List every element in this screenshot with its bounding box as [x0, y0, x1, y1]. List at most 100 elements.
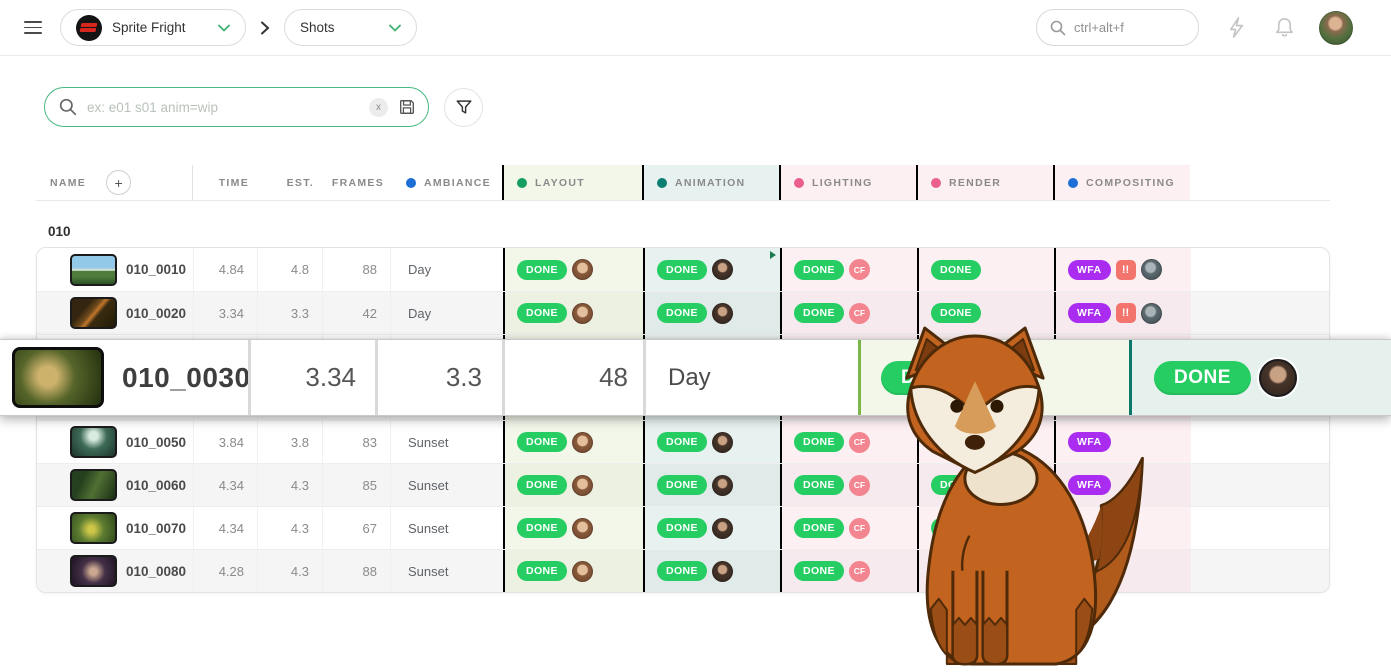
lighting-status-badge[interactable]: DONE	[794, 260, 844, 280]
magnified-animation-cell[interactable]: DONE	[1129, 340, 1391, 415]
animation-status-badge[interactable]: DONE	[657, 432, 707, 452]
column-header-layout[interactable]: LAYOUT	[502, 165, 642, 200]
table-row-010_0010[interactable]: 010_00104.844.888DayDONEDONEDONECFDONEWF…	[37, 248, 1329, 291]
add-column-button[interactable]: +	[106, 170, 131, 195]
layout-status-badge[interactable]: DONE	[517, 260, 567, 280]
column-header-render[interactable]: RENDER	[916, 165, 1053, 200]
layout-cell[interactable]: DONE	[503, 507, 643, 549]
shot-thumbnail[interactable]	[70, 297, 117, 329]
lighting-status-badge[interactable]: DONE	[794, 432, 844, 452]
layout-status-badge[interactable]: DONE	[517, 303, 567, 323]
menu-hamburger-icon[interactable]	[24, 21, 42, 34]
animation-status-badge[interactable]: DONE	[657, 260, 707, 280]
layout-cell[interactable]: DONE	[503, 550, 643, 592]
shot-thumbnail[interactable]	[12, 347, 104, 408]
shot-name-cell[interactable]: 010_0080	[37, 550, 194, 592]
search-icon	[59, 98, 77, 116]
ambiance-cell: Day	[391, 292, 503, 334]
shot-name-cell[interactable]: 010_0010	[37, 248, 194, 291]
avatar-layout-artist	[572, 475, 593, 496]
lighting-status-badge[interactable]: DONE	[794, 561, 844, 581]
compositing-cell[interactable]: WFA!!	[1054, 248, 1191, 291]
avatar-layout-artist	[572, 561, 593, 582]
shot-name: 010_0010	[126, 262, 186, 277]
animation-status-dot-icon	[657, 178, 667, 188]
animation-cell[interactable]: DONE	[643, 550, 780, 592]
shot-name-cell[interactable]: 010_0060	[37, 464, 194, 506]
magnified-name-cell[interactable]: 010_0030	[0, 340, 248, 415]
column-header-frames[interactable]: FRAMES	[322, 165, 390, 200]
animation-status-badge[interactable]: DONE	[657, 518, 707, 538]
layout-cell[interactable]: DONE	[503, 464, 643, 506]
animation-cell[interactable]: DONE	[643, 248, 780, 291]
magnified-shot-row[interactable]: 010_0030 3.34 3.3 48 Day DONE DONE	[0, 339, 1391, 416]
shot-name-cell[interactable]: 010_0070	[37, 507, 194, 549]
production-dropdown[interactable]: Sprite Fright	[60, 9, 246, 46]
chevron-down-icon	[389, 24, 401, 32]
shot-thumbnail[interactable]	[70, 254, 117, 286]
ambiance-status-dot-icon	[406, 178, 416, 188]
animation-status-badge[interactable]: DONE	[1154, 361, 1251, 395]
global-search-input[interactable]: ctrl+alt+f	[1036, 9, 1199, 46]
render-cell[interactable]: DONE	[917, 248, 1054, 291]
animation-cell[interactable]: DONE	[643, 464, 780, 506]
column-header-est[interactable]: EST.	[257, 165, 322, 200]
lighting-status-badge[interactable]: DONE	[794, 518, 844, 538]
column-header-time[interactable]: TIME	[193, 165, 257, 200]
column-header-name[interactable]: NAME+	[36, 165, 193, 200]
render-status-badge[interactable]: DONE	[931, 260, 981, 280]
context-dropdown[interactable]: Shots	[284, 9, 417, 46]
animation-status-badge[interactable]: DONE	[657, 561, 707, 581]
frames-cell: 83	[323, 421, 391, 463]
column-header-lighting[interactable]: LIGHTING	[779, 165, 916, 200]
column-label-render: RENDER	[949, 177, 1001, 189]
user-avatar[interactable]	[1319, 11, 1353, 45]
compositing-status-badge[interactable]: WFA	[1068, 260, 1111, 280]
shot-name-cell[interactable]: 010_0050	[37, 421, 194, 463]
animation-status-badge[interactable]: DONE	[657, 303, 707, 323]
layout-status-badge[interactable]: DONE	[517, 561, 567, 581]
save-search-icon[interactable]	[398, 98, 416, 116]
shot-thumbnail[interactable]	[70, 512, 117, 544]
magnified-frames-cell: 48	[505, 340, 643, 415]
time-cell: 4.84	[194, 248, 258, 291]
layout-status-badge[interactable]: DONE	[517, 475, 567, 495]
render-status-badge[interactable]: DONE	[931, 303, 981, 323]
magnified-est-cell: 3.3	[378, 340, 502, 415]
notifications-button[interactable]	[1274, 16, 1295, 39]
lighting-cell[interactable]: DONECF	[780, 248, 917, 291]
breadcrumb-chevron-icon	[260, 21, 270, 35]
animation-cell[interactable]: DONE	[643, 292, 780, 334]
clear-search-button[interactable]: x	[369, 98, 388, 117]
column-header-ambiance[interactable]: AMBIANCE	[390, 165, 502, 200]
compositing-status-badge[interactable]: WFA	[1068, 303, 1111, 323]
column-header-animation[interactable]: ANIMATION	[642, 165, 779, 200]
funnel-icon	[455, 98, 473, 116]
column-header-compositing[interactable]: COMPOSITING	[1053, 165, 1190, 200]
filter-bar: ex: e01 s01 anim=wip x	[44, 87, 483, 127]
shot-filter-input[interactable]: ex: e01 s01 anim=wip x	[44, 87, 429, 127]
column-label-time: TIME	[219, 177, 249, 189]
lighting-status-badge[interactable]: DONE	[794, 303, 844, 323]
layout-status-badge[interactable]: DONE	[517, 518, 567, 538]
shot-thumbnail[interactable]	[70, 555, 117, 587]
layout-cell[interactable]: DONE	[503, 421, 643, 463]
layout-cell[interactable]: DONE	[503, 292, 643, 334]
layout-cell[interactable]: DONE	[503, 248, 643, 291]
shot-thumbnail[interactable]	[70, 469, 117, 501]
assignee-initials-badge: CF	[849, 259, 870, 280]
lighting-status-badge[interactable]: DONE	[794, 475, 844, 495]
production-logo	[76, 15, 102, 41]
shot-name-cell[interactable]: 010_0020	[37, 292, 194, 334]
est-cell: 4.8	[258, 248, 323, 291]
shot-thumbnail[interactable]	[70, 426, 117, 458]
quick-actions-button[interactable]	[1225, 16, 1248, 39]
animation-cell[interactable]: DONE	[643, 421, 780, 463]
row-filler	[1191, 507, 1329, 549]
advanced-filter-button[interactable]	[444, 88, 483, 127]
topbar: Sprite Fright Shots ctrl+alt+f	[0, 0, 1391, 56]
animation-cell[interactable]: DONE	[643, 507, 780, 549]
animation-status-badge[interactable]: DONE	[657, 475, 707, 495]
layout-status-badge[interactable]: DONE	[517, 432, 567, 452]
ambiance-cell: Sunset	[391, 550, 503, 592]
